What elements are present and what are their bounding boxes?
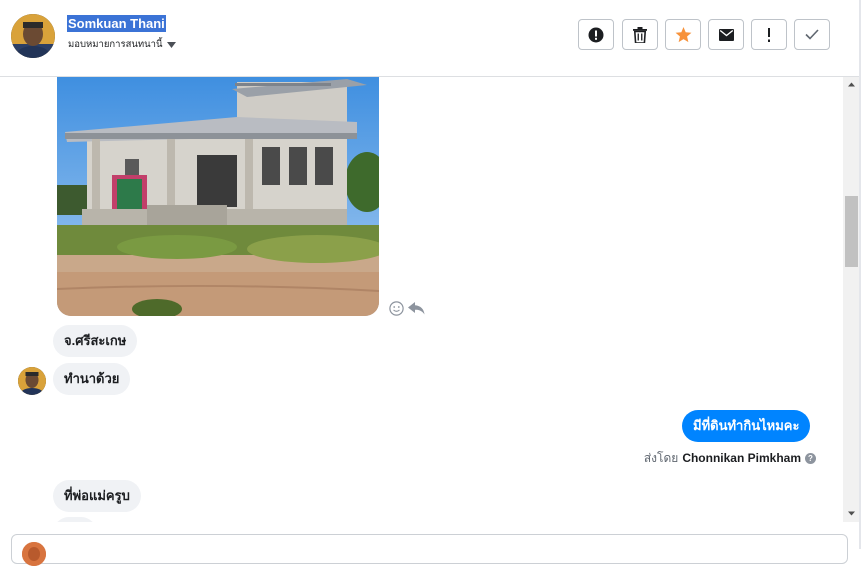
incoming-message-partial (53, 517, 97, 522)
star-button[interactable] (665, 19, 701, 50)
trash-icon (633, 26, 647, 43)
reply-composer[interactable] (11, 534, 848, 564)
scrollbar-thumb[interactable] (845, 196, 858, 267)
envelope-icon (718, 28, 734, 41)
contact-avatar[interactable] (11, 14, 55, 58)
mark-unread-button[interactable] (708, 19, 744, 50)
scroll-down-arrow-icon[interactable] (847, 509, 856, 518)
caret-down-icon (166, 42, 176, 48)
follow-up-button[interactable] (751, 19, 787, 50)
outgoing-message: มีที่ดินทำกินไหมคะ (682, 410, 811, 442)
incoming-message: ทำนาด้วย (53, 363, 131, 395)
reply-icon[interactable] (408, 302, 425, 315)
agent-avatar (22, 542, 46, 566)
exclamation-circle-icon (588, 27, 604, 42)
incoming-message: จ.ศรีสะเกษ (53, 325, 138, 357)
assign-label: มอบหมายการสนทนานี้ (68, 39, 163, 50)
sent-by-info: ส่งโดย Chonnikan Pimkham ? (644, 450, 816, 466)
mark-done-button[interactable] (794, 19, 830, 50)
help-icon[interactable]: ? (805, 452, 816, 464)
emoji-reaction-icon[interactable] (389, 301, 404, 316)
conversation-header: Somkuan Thani มอบหมายการสนทนานี้ (0, 0, 859, 77)
assign-conversation-dropdown[interactable]: มอบหมายการสนทนานี้ (68, 38, 176, 52)
incoming-message: ที่พ่อแม่ครูบ (53, 480, 141, 512)
exclamation-icon (768, 27, 770, 42)
thread-scrollbar[interactable] (843, 77, 860, 522)
checkmark-icon (805, 29, 819, 40)
sent-by-prefix: ส่งโดย (643, 451, 679, 465)
delete-button[interactable] (622, 19, 658, 50)
shared-photo[interactable] (57, 77, 379, 316)
message-thread: จ.ศรีสะเกษ ทำนาด้วย มีที่ดินทำกินไหมคะ ส… (0, 77, 843, 522)
scroll-up-arrow-icon[interactable] (847, 80, 856, 89)
star-icon (675, 26, 691, 42)
spam-button[interactable] (578, 19, 614, 50)
contact-name[interactable]: Somkuan Thani (67, 15, 166, 32)
sent-by-agent[interactable]: Chonnikan Pimkham (682, 450, 801, 466)
sender-avatar[interactable] (18, 367, 46, 395)
message-actions (389, 301, 425, 316)
